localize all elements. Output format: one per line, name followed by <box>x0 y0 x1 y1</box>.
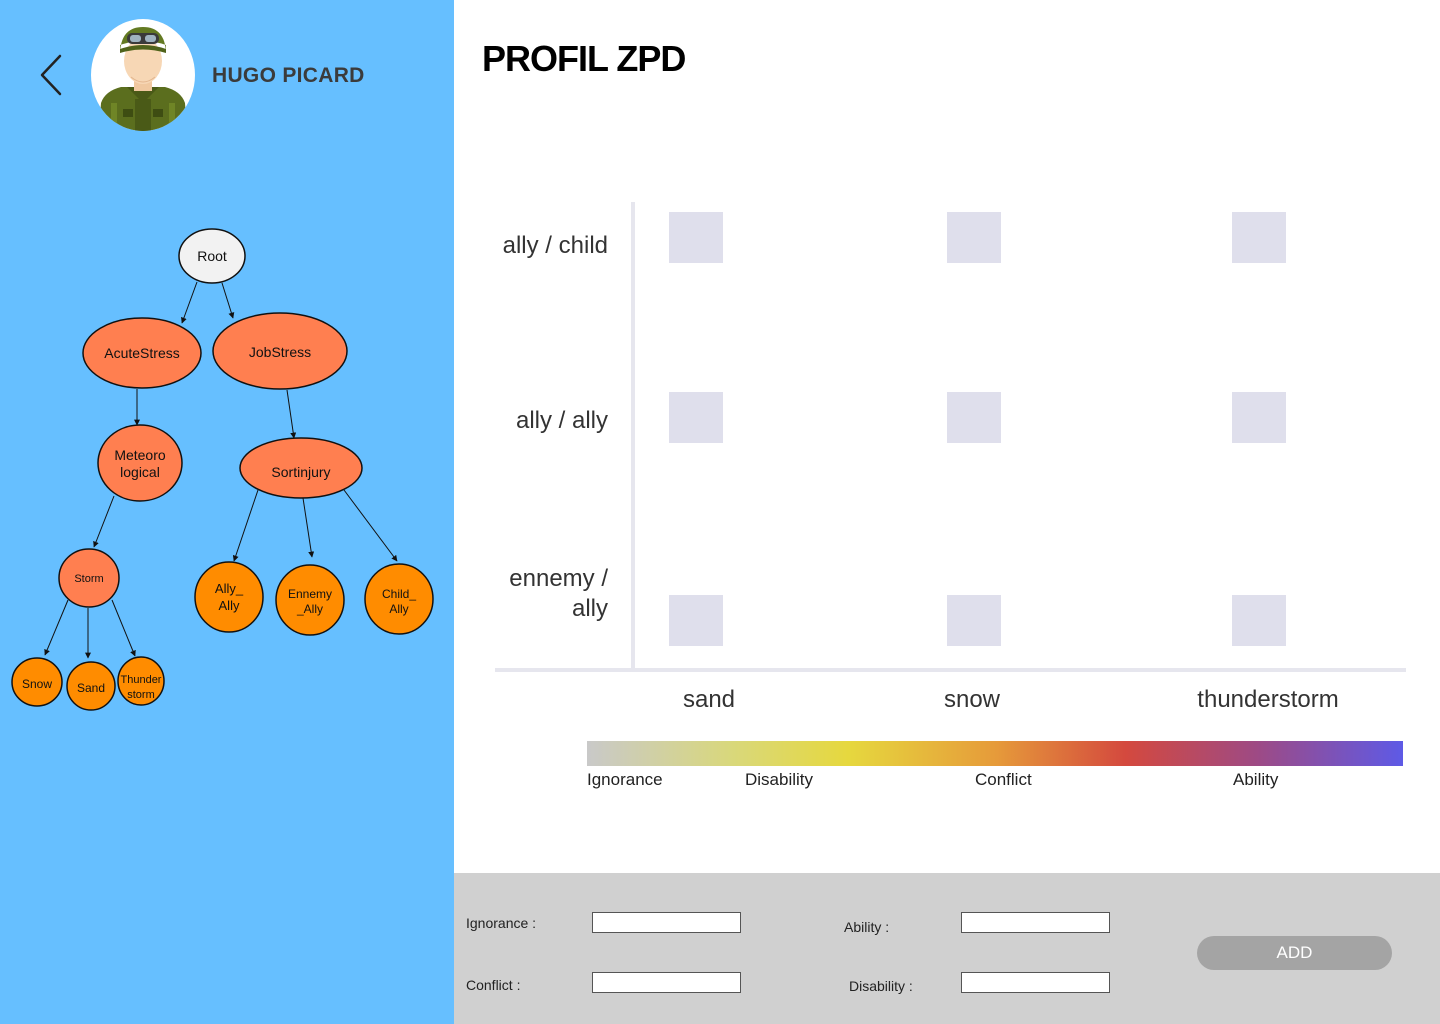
node-label-child-ally-1: Child_ <box>382 587 416 601</box>
node-label-child-ally-2: Ally <box>389 602 408 616</box>
tree-node-root[interactable]: Root <box>178 228 246 284</box>
tree-node-ally-ally[interactable]: Ally_ Ally <box>194 561 264 633</box>
node-label-jobstress: JobStress <box>249 344 311 360</box>
scale-label-ignorance: Ignorance <box>587 770 663 789</box>
edge-sort-allyally <box>232 489 259 562</box>
row-label-ally-ally: ally / ally <box>515 407 608 434</box>
edge-storm-thunder <box>111 599 136 657</box>
ignorance-label: Ignorance : <box>466 915 537 931</box>
node-label-root: Root <box>197 248 227 264</box>
node-label-ennemy-ally-1: Ennemy <box>288 587 332 601</box>
cell-ally-child-thunderstorm[interactable] <box>1232 212 1286 263</box>
node-label-meteorological-2: logical <box>120 464 160 480</box>
column-label-sand: sand <box>682 686 736 713</box>
cell-ally-ally-thunderstorm[interactable] <box>1232 392 1286 443</box>
tree-node-ennemy-ally[interactable]: Ennemy _Ally <box>275 564 345 636</box>
cell-ally-child-sand[interactable] <box>669 212 723 263</box>
edge-root-acute <box>181 281 198 324</box>
user-name: HUGO PICARD <box>212 64 365 87</box>
row-label-ennemy-ally: ennemy / ally <box>509 565 608 622</box>
disability-label: Disability : <box>849 978 913 994</box>
ignorance-input[interactable] <box>592 912 741 933</box>
node-label-ennemy-ally-2: _Ally <box>296 602 323 616</box>
sidebar: HUGO PICARD Root AcuteStress JobStress M… <box>0 0 454 1024</box>
zpd-input-form: Ignorance : Ability : Conflict : Disabil… <box>454 873 1440 1024</box>
tree-node-thunderstorm[interactable]: Thunder storm <box>117 656 165 706</box>
stress-tree-diagram: Root AcuteStress JobStress Meteoro logic… <box>11 228 434 711</box>
cell-ally-ally-sand[interactable] <box>669 392 723 443</box>
ability-input[interactable] <box>961 912 1110 933</box>
zpd-color-scale <box>587 741 1403 766</box>
ability-label: Ability : <box>844 919 890 935</box>
add-button[interactable]: ADD <box>1197 936 1392 970</box>
node-label-sand: Sand <box>77 681 105 695</box>
tree-node-child-ally[interactable]: Child_ Ally <box>364 563 434 635</box>
scale-label-disability: Disability <box>745 770 814 789</box>
tree-node-meteorological[interactable]: Meteoro logical <box>97 424 183 502</box>
page-title: PROFIL ZPD <box>482 38 686 79</box>
column-label-snow: snow <box>943 686 1001 713</box>
disability-input[interactable] <box>961 972 1110 993</box>
edge-sort-childally <box>343 489 398 562</box>
cell-ennemy-ally-thunderstorm[interactable] <box>1232 595 1286 646</box>
conflict-input[interactable] <box>592 972 741 993</box>
edge-job-sortinjury <box>286 389 297 439</box>
edge-root-job <box>221 282 235 319</box>
node-label-thunderstorm-2: storm <box>127 689 155 701</box>
matrix-vertical-axis <box>631 202 635 669</box>
cell-ally-ally-snow[interactable] <box>947 392 1001 443</box>
node-label-storm: Storm <box>74 573 103 585</box>
soldier-avatar-icon <box>99 27 187 131</box>
back-chevron-icon[interactable] <box>36 52 70 98</box>
node-label-acutestress: AcuteStress <box>104 345 179 361</box>
tree-node-sand[interactable]: Sand <box>66 661 116 711</box>
cell-ennemy-ally-sand[interactable] <box>669 595 723 646</box>
matrix-horizontal-axis <box>495 668 1406 672</box>
conflict-label: Conflict : <box>466 977 521 993</box>
scale-label-ability: Ability <box>1233 770 1279 789</box>
tree-node-jobstress[interactable]: JobStress <box>212 312 348 390</box>
node-label-ally-ally-1: Ally_ <box>215 581 244 596</box>
tree-node-sortinjury[interactable]: Sortinjury <box>239 437 363 499</box>
node-label-snow: Snow <box>22 677 52 691</box>
node-label-thunderstorm-1: Thunder <box>121 674 162 686</box>
cell-ally-child-snow[interactable] <box>947 212 1001 263</box>
edge-storm-snow <box>44 599 69 656</box>
row-label-ally-child: ally / child <box>502 232 608 259</box>
tree-node-snow[interactable]: Snow <box>11 657 63 707</box>
avatar <box>91 19 195 131</box>
tree-node-storm[interactable]: Storm <box>58 548 120 608</box>
tree-node-acutestress[interactable]: AcuteStress <box>82 317 202 389</box>
node-label-ally-ally-2: Ally <box>219 598 240 613</box>
cell-ennemy-ally-snow[interactable] <box>947 595 1001 646</box>
scale-label-conflict: Conflict <box>975 770 1032 789</box>
node-label-meteorological-1: Meteoro <box>114 447 166 463</box>
column-label-thunderstorm: thunderstorm <box>1197 686 1339 713</box>
edge-sort-ennemyally <box>302 497 315 558</box>
edge-meteo-storm <box>93 495 115 548</box>
node-label-sortinjury: Sortinjury <box>271 464 330 480</box>
